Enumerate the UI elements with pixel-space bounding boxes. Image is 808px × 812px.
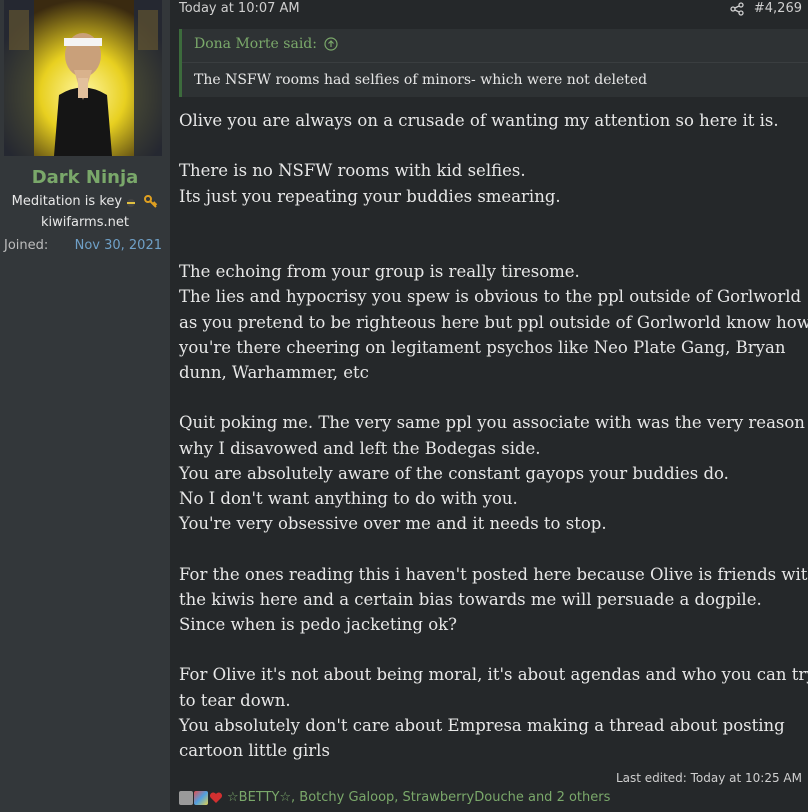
quote-author[interactable]: Dona Morte said: xyxy=(194,36,317,52)
heart-icon xyxy=(209,791,223,805)
message-line: you're there cheering on legitament psyc… xyxy=(179,337,786,357)
message-line: Its just you repeating your buddies smea… xyxy=(179,186,561,206)
message-line: as you pretend to be righteous here but … xyxy=(179,312,808,332)
quote-text: The NSFW rooms had selfies of minors- wh… xyxy=(194,72,648,88)
joined-date: Nov 30, 2021 xyxy=(74,238,162,253)
reaction-icons xyxy=(179,790,223,805)
message-line: There is no NSFW rooms with kid selfies. xyxy=(179,161,526,181)
post-meta-right: #4,269 xyxy=(730,1,802,16)
message-line: why I disavowed and left the Bodegas sid… xyxy=(179,438,541,458)
joined-label: Joined: xyxy=(4,238,49,253)
share-icon[interactable] xyxy=(730,1,744,16)
reaction-icon-1 xyxy=(179,790,193,805)
message-line: You are absolutely aware of the constant… xyxy=(179,463,729,483)
arrow-up-circle-icon[interactable] xyxy=(324,37,338,51)
username[interactable]: Dark Ninja xyxy=(0,167,170,188)
quote-divider xyxy=(182,62,808,63)
message-line: You're very obsessive over me and it nee… xyxy=(179,514,607,534)
reaction-icon-2 xyxy=(194,790,208,805)
message-line: You absolutely don't care about Empresa … xyxy=(179,715,785,735)
message-line: Quit poking me. The very same ppl you as… xyxy=(179,413,805,433)
message-body: Olive you are always on a crusade of wan… xyxy=(179,108,808,763)
message-line: Since when is pedo jacketing ok? xyxy=(179,614,457,634)
message-line: The echoing from your group is really ti… xyxy=(179,262,580,282)
user-panel: Dark Ninja Meditation is key kiwifarms.n… xyxy=(0,0,170,812)
user-title-text: Meditation is key xyxy=(11,194,123,209)
message-line: No I don't want anything to do with you. xyxy=(179,488,518,508)
user-site: kiwifarms.net xyxy=(41,215,129,230)
last-edited: Last edited: Today at 10:25 AM xyxy=(615,771,802,785)
forum-post: Dark Ninja Meditation is key kiwifarms.n… xyxy=(0,0,808,812)
quote-header[interactable]: Dona Morte said: xyxy=(194,36,338,52)
quote-block: Dona Morte said: The NSFW rooms had self… xyxy=(179,29,808,97)
message-line: to tear down. xyxy=(179,690,291,710)
message-line: the kiwis here and a certain bias toward… xyxy=(179,589,762,609)
message-line: For the ones reading this i haven't post… xyxy=(179,564,808,584)
post-timestamp[interactable]: Today at 10:07 AM xyxy=(179,1,300,16)
message-line: cartoon little girls xyxy=(179,740,330,760)
joined-row: Joined: Nov 30, 2021 xyxy=(4,238,162,253)
post-number[interactable]: #4,269 xyxy=(754,1,802,16)
message-line: dunn, Warhammer, etc xyxy=(179,362,369,382)
post-meta: Today at 10:07 AM #4,269 xyxy=(179,1,802,19)
message-line: For Olive it's not about being moral, it… xyxy=(179,665,808,685)
message-line: The lies and hypocrisy you spew is obvio… xyxy=(179,287,802,307)
reactions-text[interactable]: ☆BETTY☆, Botchy Galoop, StrawberryDouche… xyxy=(227,790,610,805)
reactions-bar[interactable]: ☆BETTY☆, Botchy Galoop, StrawberryDouche… xyxy=(179,790,610,805)
avatar[interactable] xyxy=(4,0,162,156)
message-line: Olive you are always on a crusade of wan… xyxy=(179,111,779,130)
user-title: Meditation is key xyxy=(0,194,170,209)
avatar-image xyxy=(4,0,162,156)
post-content: Today at 10:07 AM #4,269 Dona Morte said… xyxy=(170,0,808,812)
key-icon xyxy=(144,194,158,209)
ninja-emoji-icon xyxy=(126,197,136,207)
